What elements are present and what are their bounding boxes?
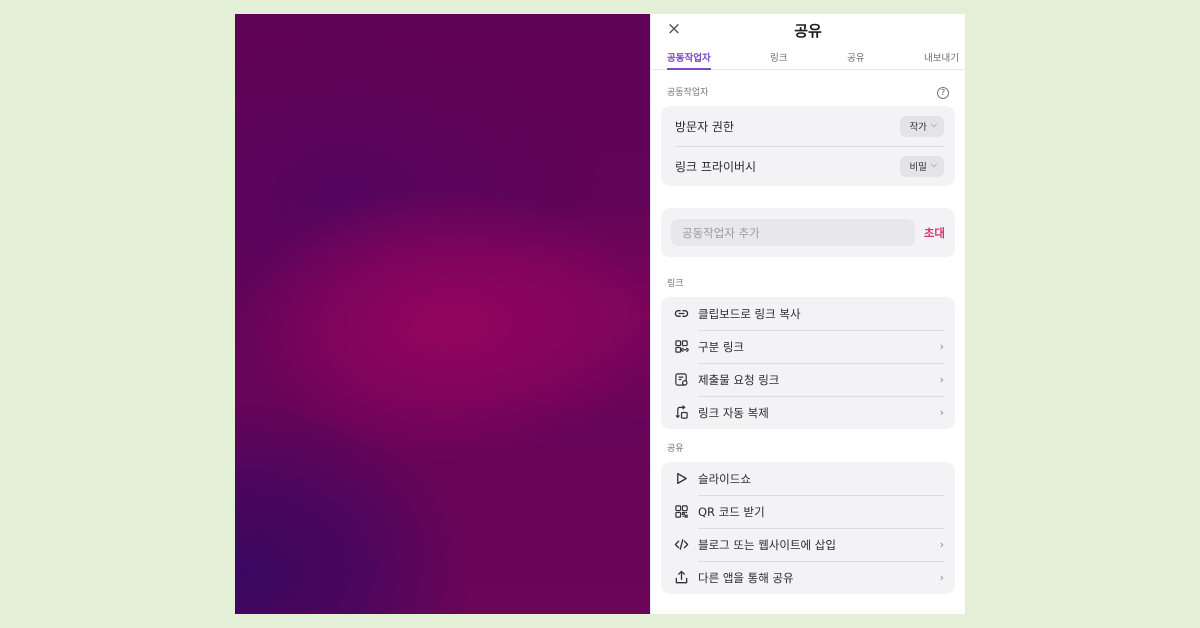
embed-row[interactable]: 블로그 또는 웹사이트에 삽입 › [661,528,955,561]
link-icon [673,306,689,322]
board-canvas[interactable] [235,14,650,614]
tab-export[interactable]: 내보내기 [924,46,959,69]
links-card: 클립보드로 링크 복사 구분 링크 › 제출물 요청 링크 › 링크 자동 복제… [661,297,955,429]
visitor-permission-label: 방문자 권한 [675,119,735,134]
section-label-collaborators: 공동작업자 ? [651,87,965,99]
submission-icon [673,372,689,388]
section-label-text: 링크 [667,279,684,289]
share-panel: × 공유 공동작업자 링크 공유 내보내기 공동작업자 ? 방문자 권한 작가 … [650,14,965,614]
chevron-right-icon: › [939,340,944,353]
chevron-down-icon: ⌵ [930,120,937,129]
slideshow-row[interactable]: 슬라이드쇼 [661,462,955,495]
link-privacy-row: 링크 프라이버시 비밀 ⌵ [661,146,955,186]
share-other-apps-row[interactable]: 다른 앱을 통해 공유 › [661,561,955,594]
chevron-right-icon: › [939,571,944,584]
section-link-row[interactable]: 구분 링크 › [661,330,955,363]
tab-bar: 공동작업자 링크 공유 내보내기 [651,46,965,70]
submission-link-row[interactable]: 제출물 요청 링크 › [661,363,955,396]
auto-duplicate-row[interactable]: 링크 자동 복제 › [661,396,955,429]
list-item-label: QR 코드 받기 [698,504,765,519]
app-frame: × 공유 공동작업자 링크 공유 내보내기 공동작업자 ? 방문자 권한 작가 … [235,14,965,614]
qr-code-icon [673,504,689,520]
code-icon [673,537,689,553]
section-label-text: 공동작업자 [667,88,709,98]
panel-header: × 공유 [651,14,965,46]
list-item-label: 블로그 또는 웹사이트에 삽입 [698,537,836,552]
chevron-right-icon: › [939,406,944,419]
link-privacy-label: 링크 프라이버시 [675,159,757,174]
chevron-right-icon: › [939,373,944,386]
link-privacy-value: 비밀 [909,162,927,173]
permissions-card: 방문자 권한 작가 ⌵ 링크 프라이버시 비밀 ⌵ [661,106,955,186]
section-label-links: 링크 [651,278,965,290]
panel-title: 공유 [794,22,822,40]
visitor-permission-value: 작가 [909,122,927,133]
link-privacy-dropdown[interactable]: 비밀 ⌵ [900,155,944,177]
chevron-right-icon: › [939,538,944,551]
tab-share[interactable]: 공유 [847,46,864,69]
list-item-label: 링크 자동 복제 [698,405,769,420]
auto-duplicate-icon [673,405,689,421]
invite-button[interactable]: 초대 [924,225,945,241]
list-item-label: 클립보드로 링크 복사 [698,306,801,321]
list-item-label: 다른 앱을 통해 공유 [698,570,794,585]
share-card: 슬라이드쇼 QR 코드 받기 블로그 또는 웹사이트에 삽입 › 다른 앱을 통… [661,462,955,594]
list-item-label: 제출물 요청 링크 [698,372,780,387]
add-collaborator-input[interactable] [671,219,915,246]
list-item-label: 구분 링크 [698,339,744,354]
tab-collaborators[interactable]: 공동작업자 [667,46,711,70]
section-label-text: 공유 [667,444,684,454]
help-icon[interactable]: ? [937,87,949,99]
visitor-permission-row: 방문자 권한 작가 ⌵ [661,106,955,146]
share-upload-icon [673,570,689,586]
list-item-label: 슬라이드쇼 [698,471,751,486]
visitor-permission-dropdown[interactable]: 작가 ⌵ [900,115,944,137]
grid-link-icon [673,339,689,355]
section-label-share: 공유 [651,443,965,455]
qr-code-row[interactable]: QR 코드 받기 [661,495,955,528]
tab-links[interactable]: 링크 [770,46,787,69]
copy-link-row[interactable]: 클립보드로 링크 복사 [661,297,955,330]
play-icon [673,471,689,487]
chevron-down-icon: ⌵ [930,160,937,169]
invite-card: 초대 [661,208,955,257]
